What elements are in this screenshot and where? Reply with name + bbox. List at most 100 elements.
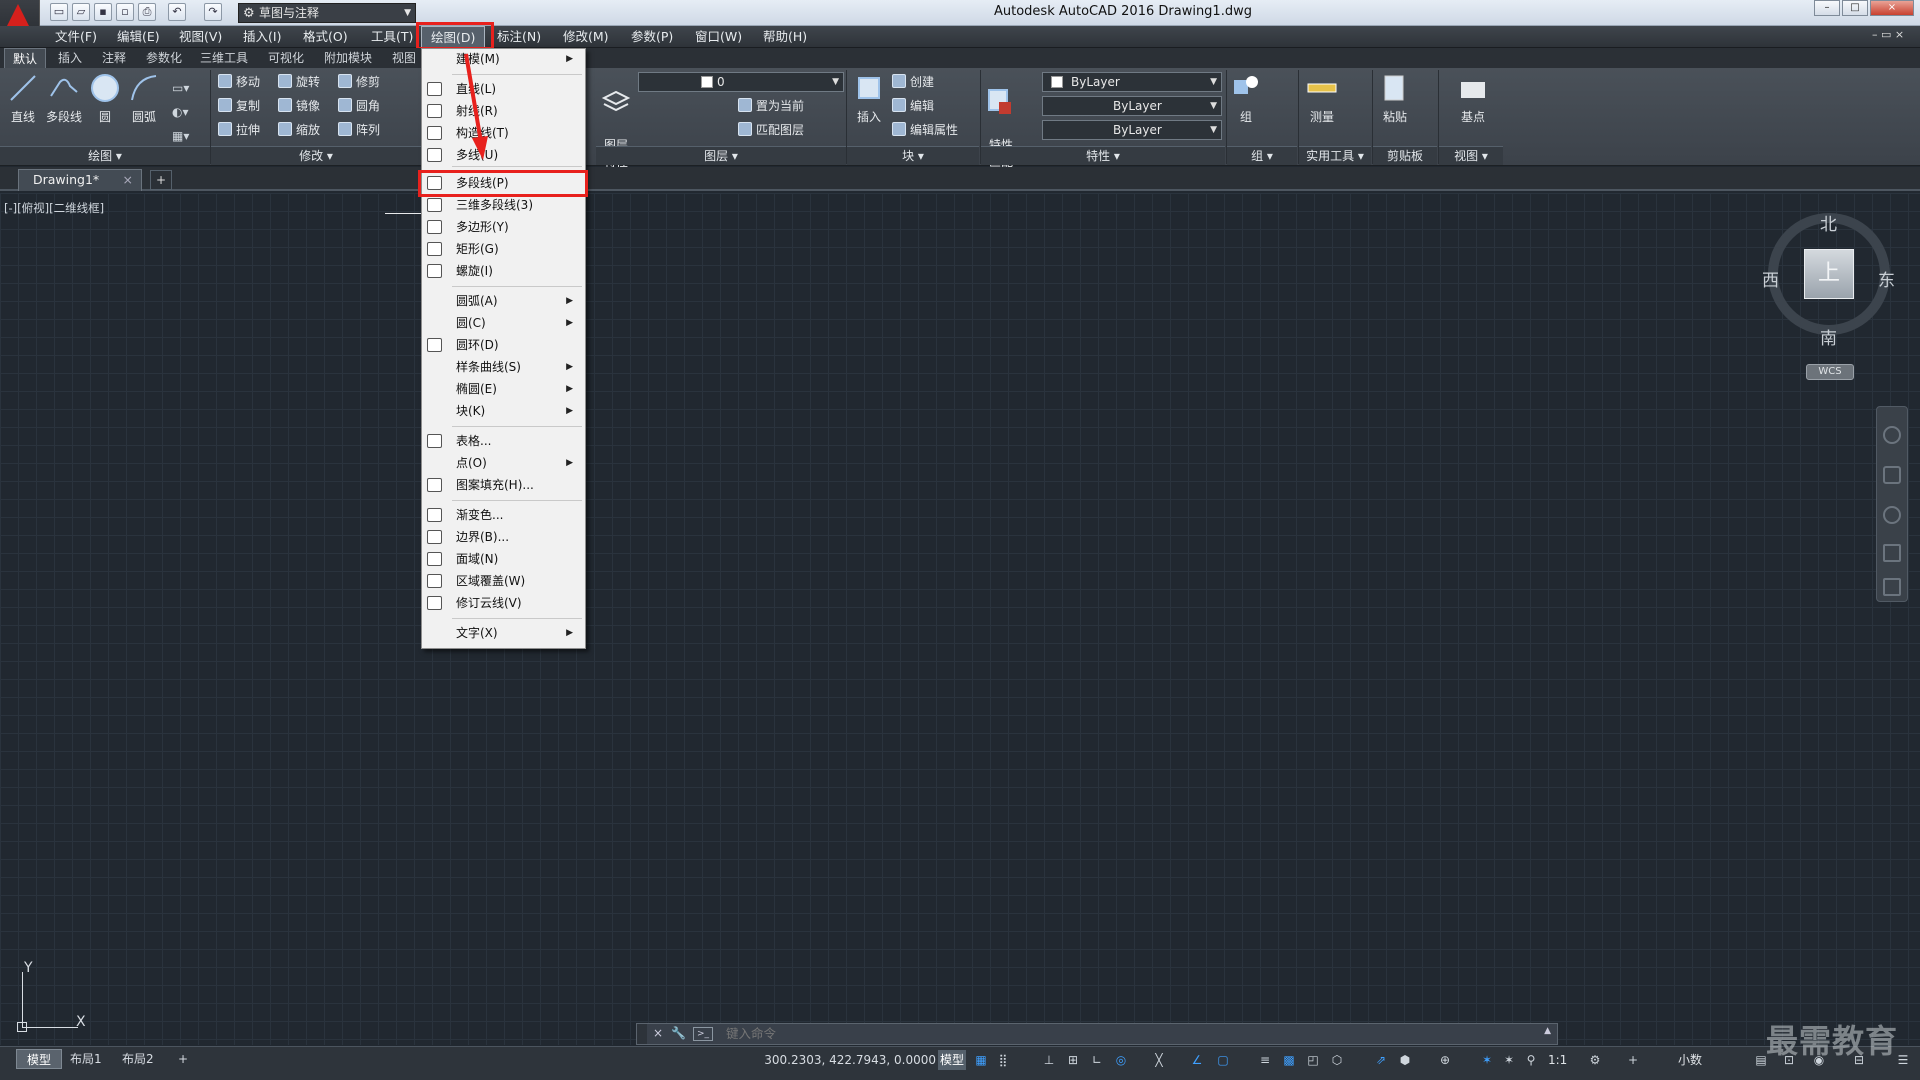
- edit-attributes-button[interactable]: 编辑属性: [892, 120, 958, 140]
- undo-icon[interactable]: ↶: [168, 3, 186, 21]
- draw-menu-item[interactable]: 螺旋(I): [422, 260, 583, 282]
- lineweight-icon[interactable]: ≡: [1256, 1051, 1274, 1069]
- draw-extra-tools[interactable]: ▭▾ ◐▾ ▦▾: [172, 76, 202, 146]
- object-snap-tracking-icon[interactable]: ∠: [1188, 1051, 1206, 1069]
- create-block-button[interactable]: 创建: [892, 72, 934, 92]
- menu-draw[interactable]: 绘图(D): [421, 26, 486, 48]
- draw-menu-item[interactable]: 射线(R): [422, 100, 583, 122]
- pan-icon[interactable]: [1883, 466, 1901, 484]
- isometric-icon[interactable]: ╳: [1150, 1051, 1168, 1069]
- ortho-icon[interactable]: ∟: [1088, 1051, 1106, 1069]
- menu-tools[interactable]: 工具(T): [362, 26, 422, 48]
- viewcube-east[interactable]: 东: [1878, 266, 1895, 291]
- viewcube-south[interactable]: 南: [1820, 324, 1837, 349]
- measure-button[interactable]: 测量: [1302, 72, 1342, 125]
- redo-icon[interactable]: ↷: [204, 3, 222, 21]
- draw-menu-item[interactable]: 边界(B)...: [422, 526, 583, 548]
- group-button[interactable]: 组: [1230, 72, 1262, 125]
- draw-menu-item[interactable]: 三维多段线(3): [422, 194, 583, 216]
- menu-window[interactable]: 窗口(W): [686, 26, 751, 48]
- tab-layout1[interactable]: 布局1: [60, 1049, 112, 1069]
- dynamic-input-icon[interactable]: ⊞: [1064, 1051, 1082, 1069]
- menu-file[interactable]: 文件(F): [46, 26, 106, 48]
- draw-menu-item[interactable]: 渐变色...: [422, 504, 583, 526]
- grid-icon[interactable]: ▦: [972, 1051, 990, 1069]
- annotation-scale-icon[interactable]: ⚲: [1522, 1051, 1540, 1069]
- save-icon[interactable]: ▪: [94, 3, 112, 21]
- draw-menu-item[interactable]: 图案填充(H)...: [422, 474, 583, 496]
- showmotion-icon[interactable]: [1883, 578, 1901, 596]
- tab-default[interactable]: 默认: [4, 48, 47, 68]
- zoom-icon[interactable]: [1883, 506, 1901, 524]
- draw-menu-item[interactable]: 圆弧(A) ▶: [422, 290, 583, 312]
- trim-button[interactable]: 修剪: [338, 72, 380, 92]
- draw-menu-item[interactable]: 面域(N): [422, 548, 583, 570]
- gizmo-icon[interactable]: ⊕: [1436, 1051, 1454, 1069]
- group-panel-title[interactable]: 组 ▾: [1227, 146, 1297, 165]
- linetype-dropdown[interactable]: ByLayer ▼: [1042, 96, 1222, 116]
- polar-tracking-icon[interactable]: ◎: [1112, 1051, 1130, 1069]
- tab-addins[interactable]: 附加模块: [316, 48, 380, 68]
- menu-modify[interactable]: 修改(M): [554, 26, 618, 48]
- menu-parametric[interactable]: 参数(P): [622, 26, 682, 48]
- paste-button[interactable]: 粘贴: [1378, 72, 1412, 125]
- wcs-menu[interactable]: WCS: [1806, 364, 1854, 380]
- draw-menu-item[interactable]: 修订云线(V): [422, 592, 583, 614]
- close-icon[interactable]: ×: [653, 1026, 663, 1040]
- viewcube-top-face[interactable]: 上: [1804, 249, 1854, 299]
- viewport-controls[interactable]: [-][俯视][二维线框]: [4, 200, 104, 216]
- draw-menu-item[interactable]: 块(K) ▶: [422, 400, 583, 422]
- draw-menu-item[interactable]: 多段线(P): [422, 172, 583, 194]
- annotation-visibility-icon[interactable]: ✶: [1478, 1051, 1496, 1069]
- infer-constraints-icon[interactable]: ⊥: [1040, 1051, 1058, 1069]
- set-current-button[interactable]: 置为当前: [738, 96, 804, 116]
- drawing-canvas[interactable]: [0, 193, 1920, 1045]
- transparency-icon[interactable]: ▩: [1280, 1051, 1298, 1069]
- arc-button[interactable]: 圆弧: [126, 72, 162, 125]
- tab-annotate[interactable]: 注释: [94, 48, 134, 68]
- draw-menu-item[interactable]: 表格...: [422, 430, 583, 452]
- line-button[interactable]: 直线: [6, 72, 40, 125]
- draw-menu-item[interactable]: 圆环(D): [422, 334, 583, 356]
- new-icon[interactable]: ▭: [50, 3, 68, 21]
- circle-button[interactable]: 圆: [88, 72, 122, 125]
- command-prompt-icon[interactable]: >_: [693, 1027, 713, 1041]
- draw-menu-item[interactable]: 建模(M) ▶: [422, 48, 583, 70]
- steering-wheel-icon[interactable]: [1883, 426, 1901, 444]
- tab-view[interactable]: 视图: [384, 48, 424, 68]
- utilities-panel-title[interactable]: 实用工具 ▾: [1299, 146, 1371, 165]
- save-as-icon[interactable]: ▫: [116, 3, 134, 21]
- object-snap-icon[interactable]: ▢: [1214, 1051, 1232, 1069]
- tab-insert[interactable]: 插入: [50, 48, 90, 68]
- draw-panel-title[interactable]: 绘图 ▾: [0, 146, 210, 165]
- workspace-switcher[interactable]: ⚙ 草图与注释 ▼: [238, 3, 416, 23]
- polyline-button[interactable]: 多段线: [42, 72, 86, 125]
- layer-panel-title[interactable]: 图层 ▾: [596, 146, 846, 165]
- draw-menu-item[interactable]: 多边形(Y): [422, 216, 583, 238]
- model-space-button[interactable]: 模型: [938, 1050, 966, 1070]
- minimize-button[interactable]: –: [1814, 0, 1840, 16]
- menu-format[interactable]: 格式(O): [294, 26, 357, 48]
- draw-menu-item[interactable]: 矩形(G): [422, 238, 583, 260]
- close-icon[interactable]: ×: [123, 170, 133, 190]
- edit-block-button[interactable]: 编辑: [892, 96, 934, 116]
- tab-3d-tools[interactable]: 三维工具: [192, 48, 256, 68]
- scale-button[interactable]: 缩放: [278, 120, 320, 140]
- orbit-icon[interactable]: [1883, 544, 1901, 562]
- document-tab[interactable]: Drawing1* ×: [18, 169, 142, 191]
- annotation-scale[interactable]: 1:1: [1548, 1050, 1567, 1070]
- lineweight-dropdown[interactable]: ByLayer ▼: [1042, 120, 1222, 140]
- selection-filter-icon[interactable]: ⬢: [1396, 1051, 1414, 1069]
- snap-icon[interactable]: ⣿: [994, 1051, 1012, 1069]
- tab-layout2[interactable]: 布局2: [112, 1049, 164, 1069]
- view-panel-title[interactable]: 视图 ▾: [1439, 146, 1503, 165]
- close-button[interactable]: ×: [1870, 0, 1914, 16]
- 3d-object-snap-icon[interactable]: ⬡: [1328, 1051, 1346, 1069]
- plus-icon[interactable]: +: [1624, 1051, 1642, 1069]
- fillet-button[interactable]: 圆角: [338, 96, 380, 116]
- tab-parametric[interactable]: 参数化: [138, 48, 190, 68]
- doc-window-controls[interactable]: – ▭ ×: [1872, 28, 1904, 41]
- print-icon[interactable]: ⎙: [138, 3, 156, 21]
- move-button[interactable]: 移动: [218, 72, 260, 92]
- viewcube-west[interactable]: 西: [1762, 266, 1779, 291]
